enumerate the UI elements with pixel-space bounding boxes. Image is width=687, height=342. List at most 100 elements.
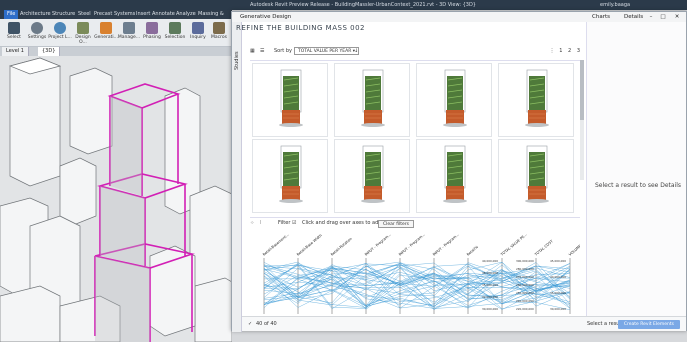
tower-render	[525, 145, 549, 203]
axis-label: INPUT - Program...	[432, 233, 460, 257]
scatter-icon[interactable]: ⁘	[250, 218, 254, 228]
parallel-chart-icon[interactable]: ⦙	[260, 218, 261, 228]
user-name[interactable]: emily.baaga	[600, 0, 630, 10]
select-button[interactable]: Select	[2, 20, 26, 46]
tab-architecture[interactable]: Architecture	[20, 10, 51, 19]
settings-button[interactable]: Settings	[25, 20, 49, 46]
tick-label: 30,000,000	[482, 307, 498, 311]
sort-direction-icon[interactable]: ↓	[354, 45, 358, 57]
parallel-coordinates-chart[interactable]: ⁘ ⦙ Filter ☑ Click and drag over axes to…	[250, 217, 580, 320]
inquiry-label: Inquiry	[190, 35, 206, 40]
tick-label: 35,000,000	[550, 291, 566, 295]
tab-file[interactable]: File	[4, 10, 19, 19]
revit-title-bar: Autodesk Revit Preview Release - Buildin…	[0, 0, 687, 10]
tower-render	[279, 145, 303, 203]
close-icon[interactable]: ✕	[672, 12, 682, 22]
tab-3d-view[interactable]: {3D}	[38, 47, 61, 56]
clear-filters-button[interactable]: Clear filters	[378, 220, 415, 228]
gd-footer: ✓ 40 of 40 Select a result Create Revit …	[242, 316, 686, 331]
sort-dropdown[interactable]: TOTAL VALUE PER YEAR ▾	[294, 47, 360, 55]
tick-label: 40,000,000	[482, 259, 498, 263]
tab-annotate[interactable]: Annotate	[152, 10, 175, 19]
tower-render	[525, 69, 549, 127]
studies-rail[interactable]: Studies	[232, 22, 242, 332]
grid-view-icon[interactable]: ▦	[250, 45, 255, 57]
result-count: 40 of 40	[256, 321, 277, 327]
details-message: Select a result to see Details	[595, 182, 682, 189]
filter-checkbox[interactable]: ☑	[292, 218, 296, 228]
result-thumbnail[interactable]	[334, 63, 410, 137]
manage-links-button[interactable]: Manage...	[117, 20, 141, 46]
axis-label: Retail-Basement...	[262, 233, 290, 257]
massing-model[interactable]	[0, 56, 232, 342]
page-2[interactable]: 2	[568, 48, 571, 54]
phasing-button[interactable]: Phasing	[140, 20, 164, 46]
tower-render	[279, 69, 303, 127]
generative-design-icon	[100, 22, 112, 34]
tab-steel[interactable]: Steel	[78, 10, 91, 19]
result-thumbnail[interactable]	[416, 63, 492, 137]
tab-systems[interactable]: Systems	[114, 10, 135, 19]
macros-label: Macros	[211, 35, 227, 40]
result-thumbnail[interactable]	[416, 139, 492, 213]
macros-icon	[213, 22, 225, 34]
tick-label: 35,000,000	[482, 283, 498, 287]
result-thumbnail[interactable]	[252, 63, 328, 137]
generative-design-button[interactable]: Generati...	[94, 20, 118, 46]
inquiry-icon	[192, 22, 204, 34]
tower-render	[443, 69, 467, 127]
selection-button[interactable]: Selection	[163, 20, 187, 46]
globe-icon	[54, 22, 66, 34]
chart-header: ⁘ ⦙ Filter ☑ Click and drag over axes to…	[250, 218, 580, 228]
ribbon-panel: Select Settings Project L... Design O...…	[0, 19, 232, 47]
result-thumbnail[interactable]	[252, 139, 328, 213]
list-view-icon[interactable]: ☰	[260, 45, 264, 57]
results-scrollbar[interactable]	[580, 60, 584, 180]
tab-analyze[interactable]: Analyze	[176, 10, 196, 19]
view-tabs: Level 1 {3D}	[0, 47, 232, 56]
tab-structure[interactable]: Structure	[52, 10, 75, 19]
result-thumbnail[interactable]	[498, 63, 574, 137]
sort-label: Sort by	[274, 48, 292, 54]
design-options-button[interactable]: Design O...	[71, 20, 95, 46]
project-location-button[interactable]: Project L...	[48, 20, 72, 46]
create-revit-elements-button[interactable]: Create Revit Elements	[617, 320, 680, 329]
macros-button[interactable]: Macros	[207, 20, 231, 46]
result-thumbnail[interactable]	[334, 139, 410, 213]
tower-render	[361, 69, 385, 127]
tick-label: 220,000,000	[516, 307, 534, 311]
revit-window-title: Autodesk Revit Preview Release - Buildin…	[250, 2, 476, 8]
tick-label: 40,000,000	[550, 275, 566, 279]
tick-label: 30,000,000	[550, 307, 566, 311]
pagination: ⋮ 1 2 3	[550, 45, 580, 57]
tab-level-1[interactable]: Level 1	[2, 47, 29, 56]
studies-label: Studies	[234, 51, 240, 70]
gd-title-bar: Generative Design Charts Details – □ ✕	[232, 12, 686, 22]
parallel-axes[interactable]: Retail-Basement... Retail-Base Width Retai…	[250, 228, 580, 321]
charts-toggle[interactable]: Charts	[592, 12, 610, 22]
page-1[interactable]: 1	[559, 48, 562, 54]
result-thumbnail[interactable]	[498, 139, 574, 213]
page-3[interactable]: 3	[577, 48, 580, 54]
tower-render	[443, 145, 467, 203]
sort-value: TOTAL VALUE PER YEAR	[298, 49, 352, 54]
tick-label: 260,000,000	[516, 283, 534, 287]
minimize-icon[interactable]: –	[646, 12, 656, 22]
more-icon[interactable]: ⋮	[550, 48, 555, 54]
3d-viewport[interactable]	[0, 56, 232, 342]
tab-insert[interactable]: Insert	[136, 10, 150, 19]
manage-links-label: Manage...	[117, 35, 141, 40]
tab-precast[interactable]: Precast	[94, 10, 112, 19]
axis-label: Retail-Base Width	[296, 233, 323, 256]
axis-label: INPUT - Program...	[364, 233, 392, 257]
design-options-icon	[77, 22, 89, 34]
gd-window-title: Generative Design	[240, 14, 292, 20]
axis-label: TOTAL COST	[533, 239, 554, 258]
details-toggle[interactable]: Details	[624, 12, 643, 22]
tick-label: 270,000,000	[516, 275, 534, 279]
check-icon: ✓	[248, 321, 253, 327]
tick-label: 280,000,000	[516, 267, 534, 271]
tick-label: 240,000,000	[516, 299, 534, 303]
filter-label: Filter	[278, 220, 291, 226]
maximize-icon[interactable]: □	[658, 12, 668, 22]
